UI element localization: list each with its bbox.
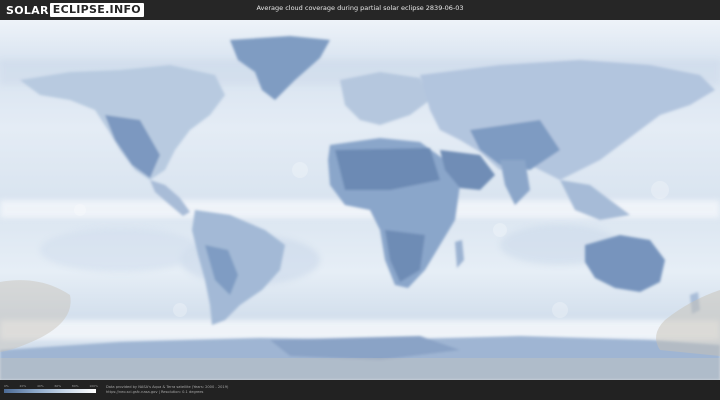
credit-line-2[interactable]: https://neo.sci.gsfc.nasa.gov | Resoluti… (106, 390, 228, 395)
cloud-coverage-map (0, 20, 720, 380)
data-credits: Data provided by NASA's Aqua & Terra sat… (106, 385, 228, 395)
map-title: Average cloud coverage during partial so… (256, 4, 464, 12)
legend-tick: 60% (54, 384, 62, 388)
legend-ticks: 0% 20% 40% 60% 80% 100% (4, 384, 98, 388)
cloud-coverage-legend-bar (4, 389, 96, 393)
legend-tick: 100% (89, 384, 98, 388)
top-bar: SOLAR ECLIPSE.INFO Average cloud coverag… (0, 0, 720, 20)
legend-tick: 0% (4, 384, 9, 388)
legend-tick: 80% (71, 384, 79, 388)
footer-bar: 0% 20% 40% 60% 80% 100% Data provided by… (0, 380, 720, 400)
world-map-svg (0, 20, 720, 380)
legend-tick: 20% (19, 384, 27, 388)
eclipse-zone-south (0, 358, 720, 380)
legend-tick: 40% (37, 384, 44, 388)
